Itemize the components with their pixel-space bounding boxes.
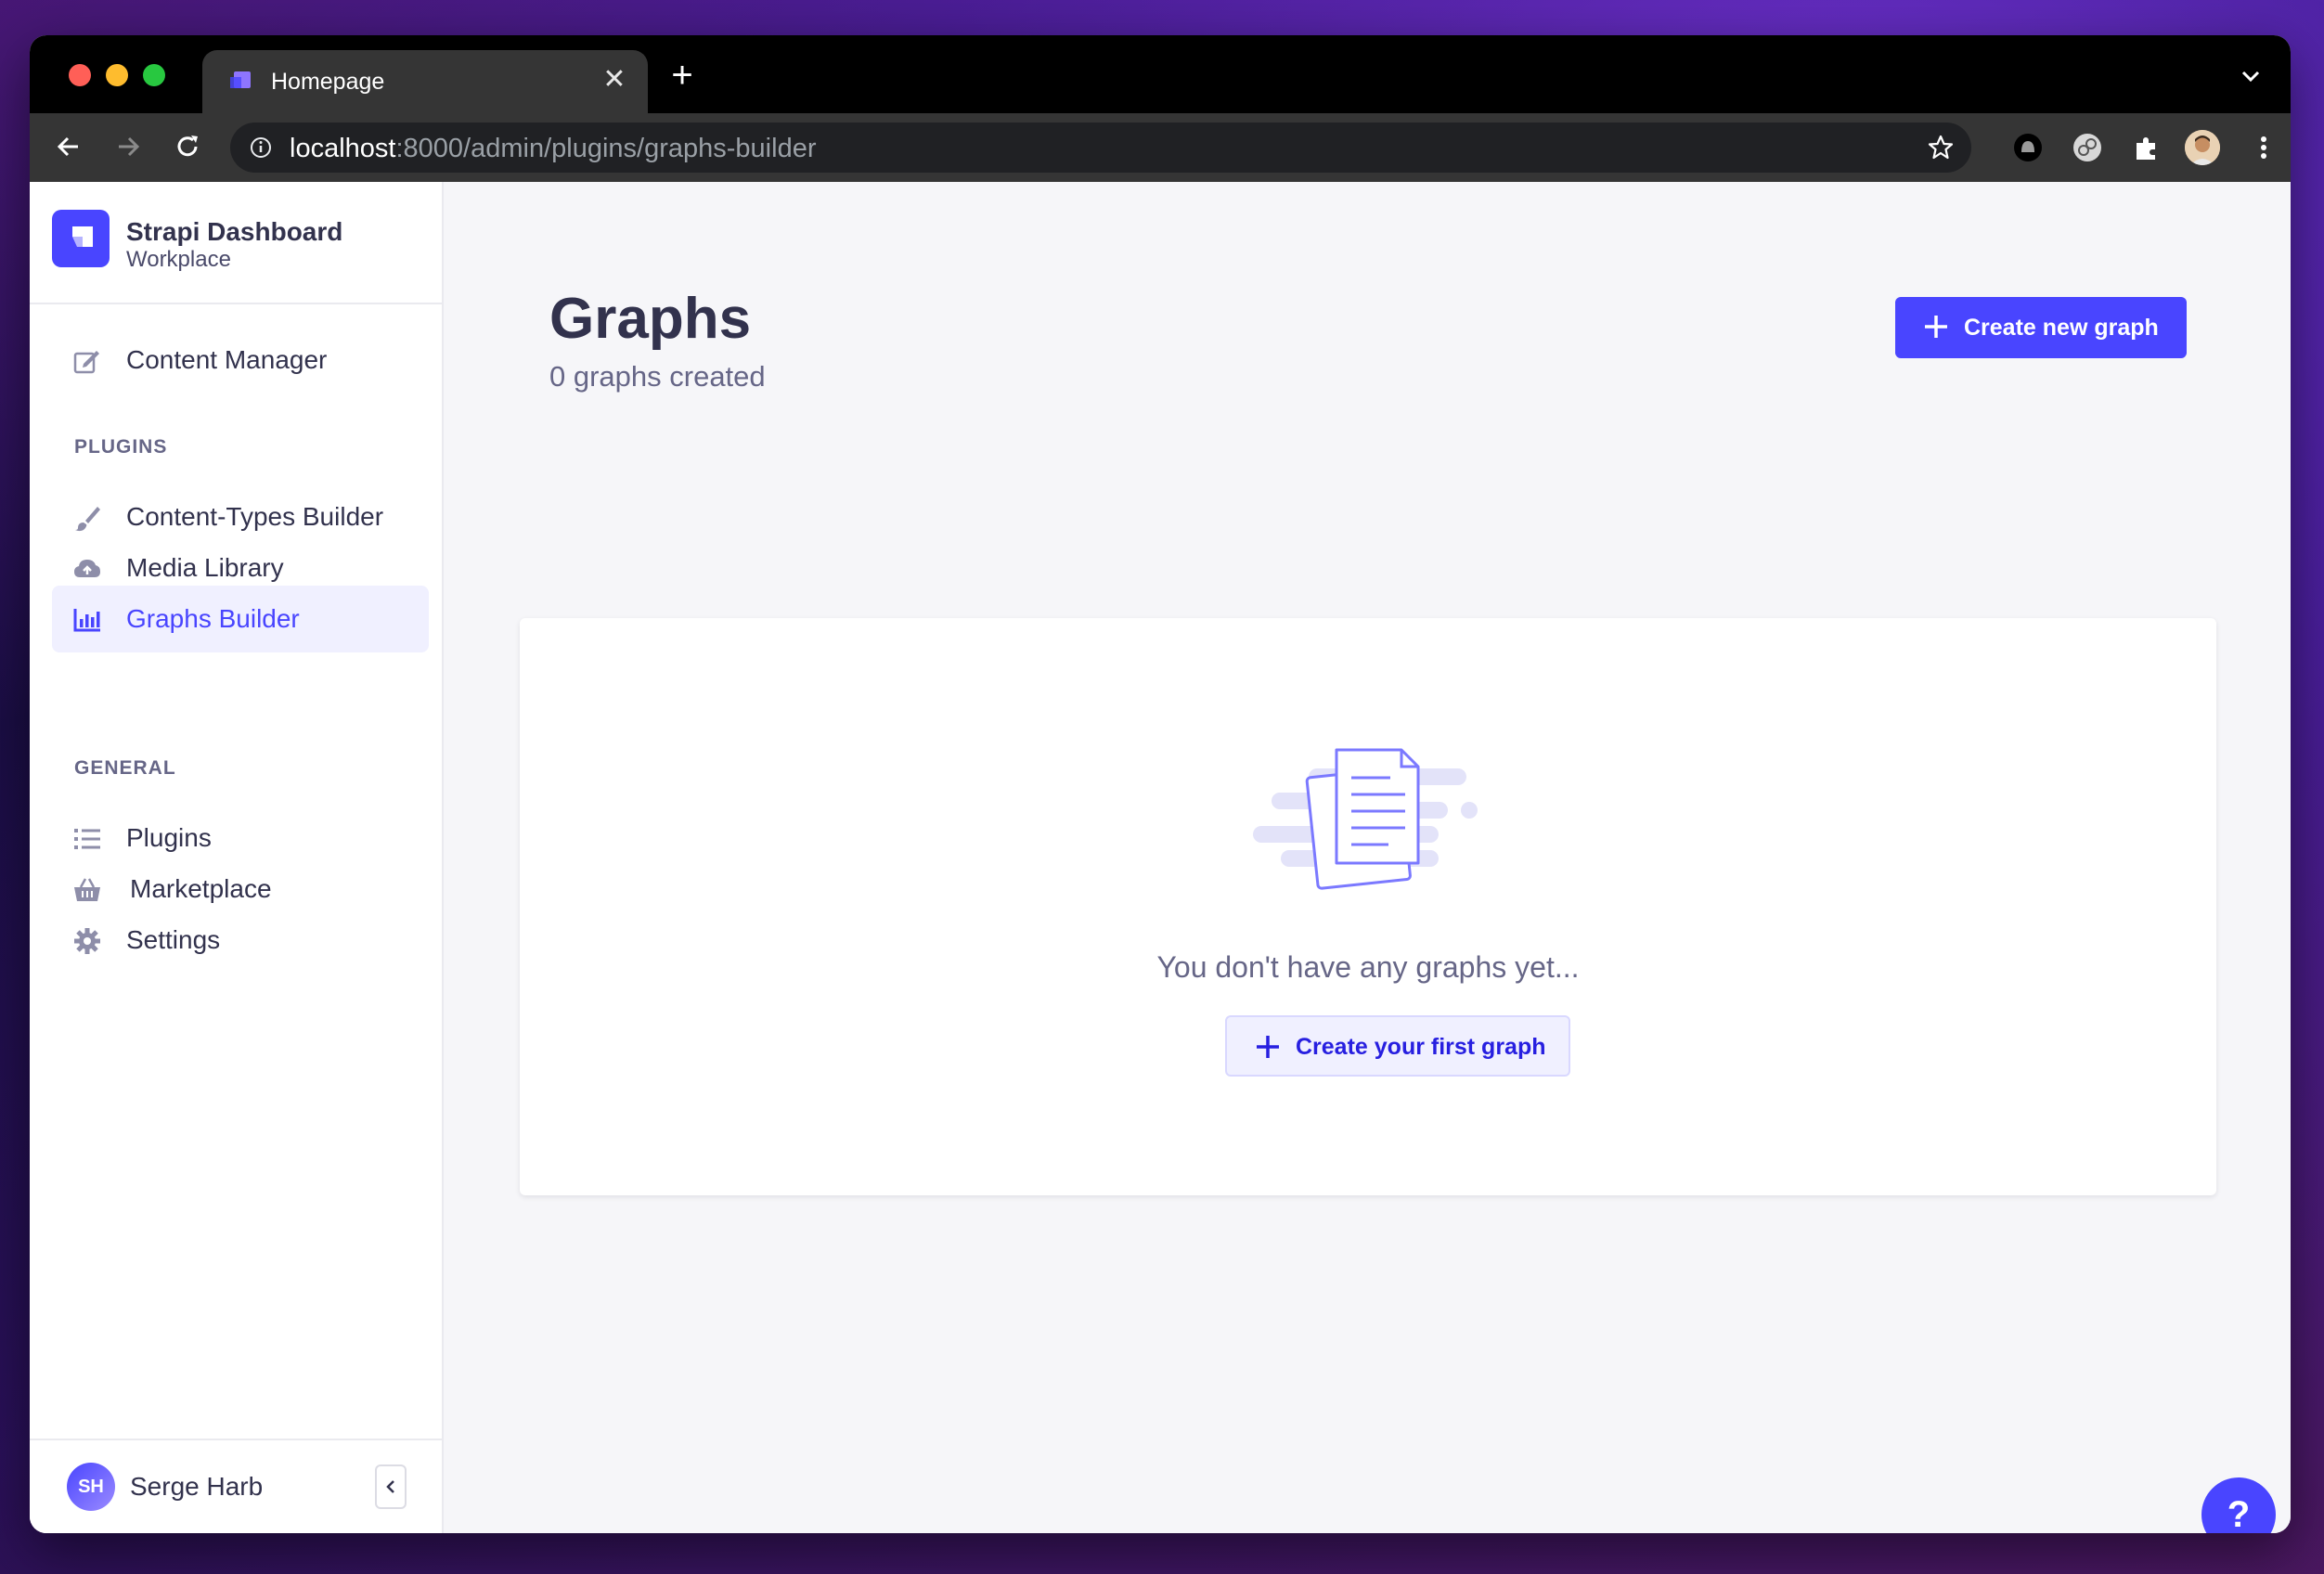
tab-close-icon[interactable]: ✕ <box>598 63 631 97</box>
bookmark-star-icon[interactable] <box>1927 134 1955 161</box>
create-first-graph-button[interactable]: Create your first graph <box>1225 1015 1570 1077</box>
sidebar: Strapi Dashboard Workplace Content Manag… <box>30 182 444 1533</box>
profile-avatar[interactable] <box>2185 130 2220 165</box>
url-path: :8000/admin/plugins/graphs-builder <box>395 134 817 163</box>
brand-title: Strapi Dashboard <box>126 217 343 246</box>
browser-tab[interactable]: Homepage ✕ <box>202 50 648 113</box>
url-text: localhost:8000/admin/plugins/graphs-buil… <box>290 134 816 164</box>
button-label: Create your first graph <box>1296 1034 1546 1060</box>
help-button[interactable]: ? <box>2201 1477 2276 1533</box>
empty-state-card: You don't have any graphs yet... Create … <box>520 618 2216 1195</box>
empty-documents-icon <box>1253 748 1478 890</box>
user-footer: SH Serge Harb <box>30 1439 442 1533</box>
back-arrow-icon[interactable] <box>50 128 87 165</box>
tab-search-chevron-icon[interactable] <box>2239 67 2263 85</box>
sidebar-item-label: Content Manager <box>126 345 328 374</box>
tab-title: Homepage <box>271 69 385 95</box>
sidebar-item-label: Marketplace <box>130 874 272 903</box>
profile-photo-icon <box>2185 130 2220 165</box>
browser-window: Homepage ✕ + localhost:8000/admin/plugin… <box>30 35 2291 1533</box>
section-title-general: GENERAL <box>74 757 176 779</box>
close-window-button[interactable] <box>69 64 91 86</box>
browser-menu-icon[interactable] <box>2246 130 2281 165</box>
address-bar[interactable]: localhost:8000/admin/plugins/graphs-buil… <box>230 123 1971 173</box>
reload-icon[interactable] <box>169 128 206 165</box>
plus-icon <box>1257 1036 1279 1058</box>
sidebar-item-label: Settings <box>126 925 221 954</box>
create-new-graph-button[interactable]: Create new graph <box>1895 297 2187 358</box>
strapi-favicon-icon <box>230 71 251 88</box>
button-label: Create new graph <box>1964 315 2159 341</box>
cloud-upload-icon <box>74 560 100 577</box>
extension-link-icon[interactable] <box>2070 130 2105 165</box>
basket-icon <box>74 878 100 901</box>
empty-state-message: You don't have any graphs yet... <box>1156 950 1580 984</box>
maximize-window-button[interactable] <box>143 64 165 86</box>
paintbrush-icon <box>75 507 100 532</box>
strapi-logo-icon <box>52 210 110 267</box>
url-host: localhost <box>290 134 396 163</box>
forward-arrow-icon[interactable] <box>110 128 147 165</box>
list-icon <box>74 829 100 849</box>
minimize-window-button[interactable] <box>106 64 128 86</box>
sidebar-item-label: Media Library <box>126 553 284 582</box>
avatar[interactable]: SH <box>67 1463 115 1511</box>
tab-strip: Homepage ✕ + <box>30 35 2291 113</box>
page-title: Graphs <box>549 287 752 351</box>
bar-chart-icon <box>73 609 100 632</box>
extensions-puzzle-icon[interactable] <box>2129 130 2164 165</box>
gear-icon <box>74 928 100 954</box>
section-title-plugins: PLUGINS <box>74 436 168 458</box>
sidebar-item-label: Graphs Builder <box>126 604 300 633</box>
browser-toolbar: localhost:8000/admin/plugins/graphs-buil… <box>30 113 2291 182</box>
strapi-app: Strapi Dashboard Workplace Content Manag… <box>30 182 2291 1533</box>
sidebar-item-settings[interactable]: Settings <box>52 907 429 974</box>
collapse-sidebar-button[interactable] <box>375 1464 407 1509</box>
plus-icon <box>1925 316 1947 338</box>
sidebar-item-label: Content-Types Builder <box>126 502 384 531</box>
new-tab-button[interactable]: + <box>666 57 698 94</box>
edit-icon <box>73 351 99 374</box>
sidebar-item-label: Plugins <box>126 823 212 852</box>
brand-header: Strapi Dashboard Workplace <box>30 182 442 304</box>
extension-ghost-icon[interactable] <box>2010 130 2046 165</box>
page-subtitle: 0 graphs created <box>549 360 766 393</box>
brand-subtitle: Workplace <box>126 247 231 272</box>
sidebar-item-graphs-builder[interactable]: Graphs Builder <box>52 586 429 652</box>
sidebar-item-content-manager[interactable]: Content Manager <box>52 327 429 394</box>
site-info-icon[interactable] <box>249 135 273 160</box>
user-name[interactable]: Serge Harb <box>130 1472 263 1502</box>
chevron-left-icon <box>386 1480 394 1493</box>
